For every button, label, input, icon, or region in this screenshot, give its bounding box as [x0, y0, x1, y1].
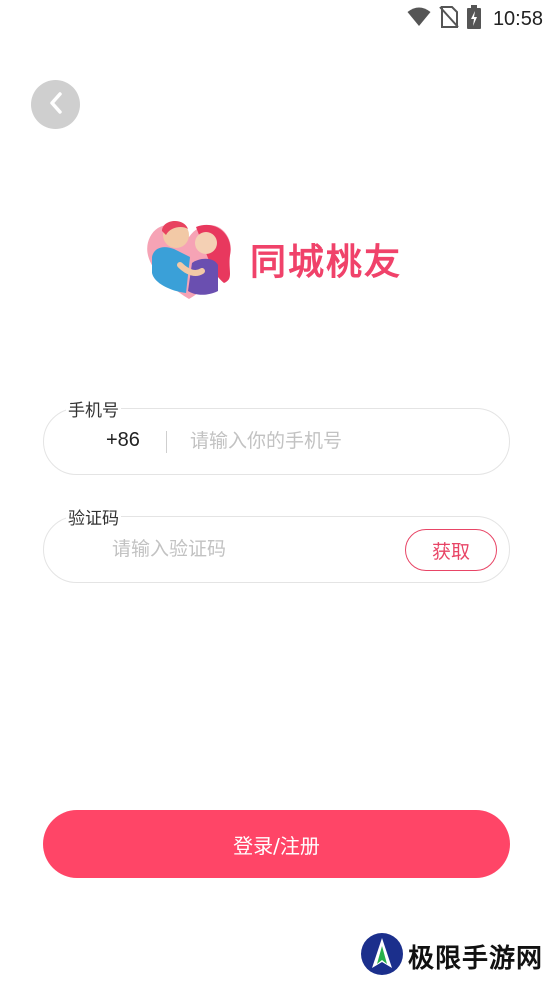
phone-input[interactable] — [190, 421, 490, 461]
login-register-button[interactable]: 登录/注册 — [43, 810, 510, 878]
chevron-left-icon — [48, 91, 64, 118]
verification-code-input[interactable] — [112, 529, 392, 569]
watermark-text: 极限手游网 — [407, 943, 543, 974]
couple-logo-icon — [140, 213, 238, 305]
status-bar: 10:58 — [0, 0, 553, 38]
watermark: 极限手游网 — [360, 933, 543, 979]
battery-charging-icon — [466, 5, 481, 33]
field-divider — [166, 431, 167, 453]
app-logo: 同城桃友 — [140, 213, 420, 305]
get-code-button[interactable]: 获取 — [405, 529, 497, 571]
status-icons: 10:58 — [407, 5, 543, 33]
code-field-label: 验证码 — [66, 504, 121, 529]
no-sim-icon — [439, 5, 459, 33]
wifi-icon — [407, 7, 431, 31]
status-time: 10:58 — [492, 7, 543, 30]
phone-field-label: 手机号 — [66, 396, 121, 421]
country-code-selector[interactable]: +86 — [106, 429, 140, 452]
login-screen: 10:58 同城桃友 手机号 +86 请输入你的手机号 验证码 请输入验证码 获… — [0, 0, 553, 983]
app-name: 同城桃友 — [250, 241, 403, 283]
watermark-logo-icon — [360, 932, 404, 980]
back-button[interactable] — [31, 80, 80, 129]
